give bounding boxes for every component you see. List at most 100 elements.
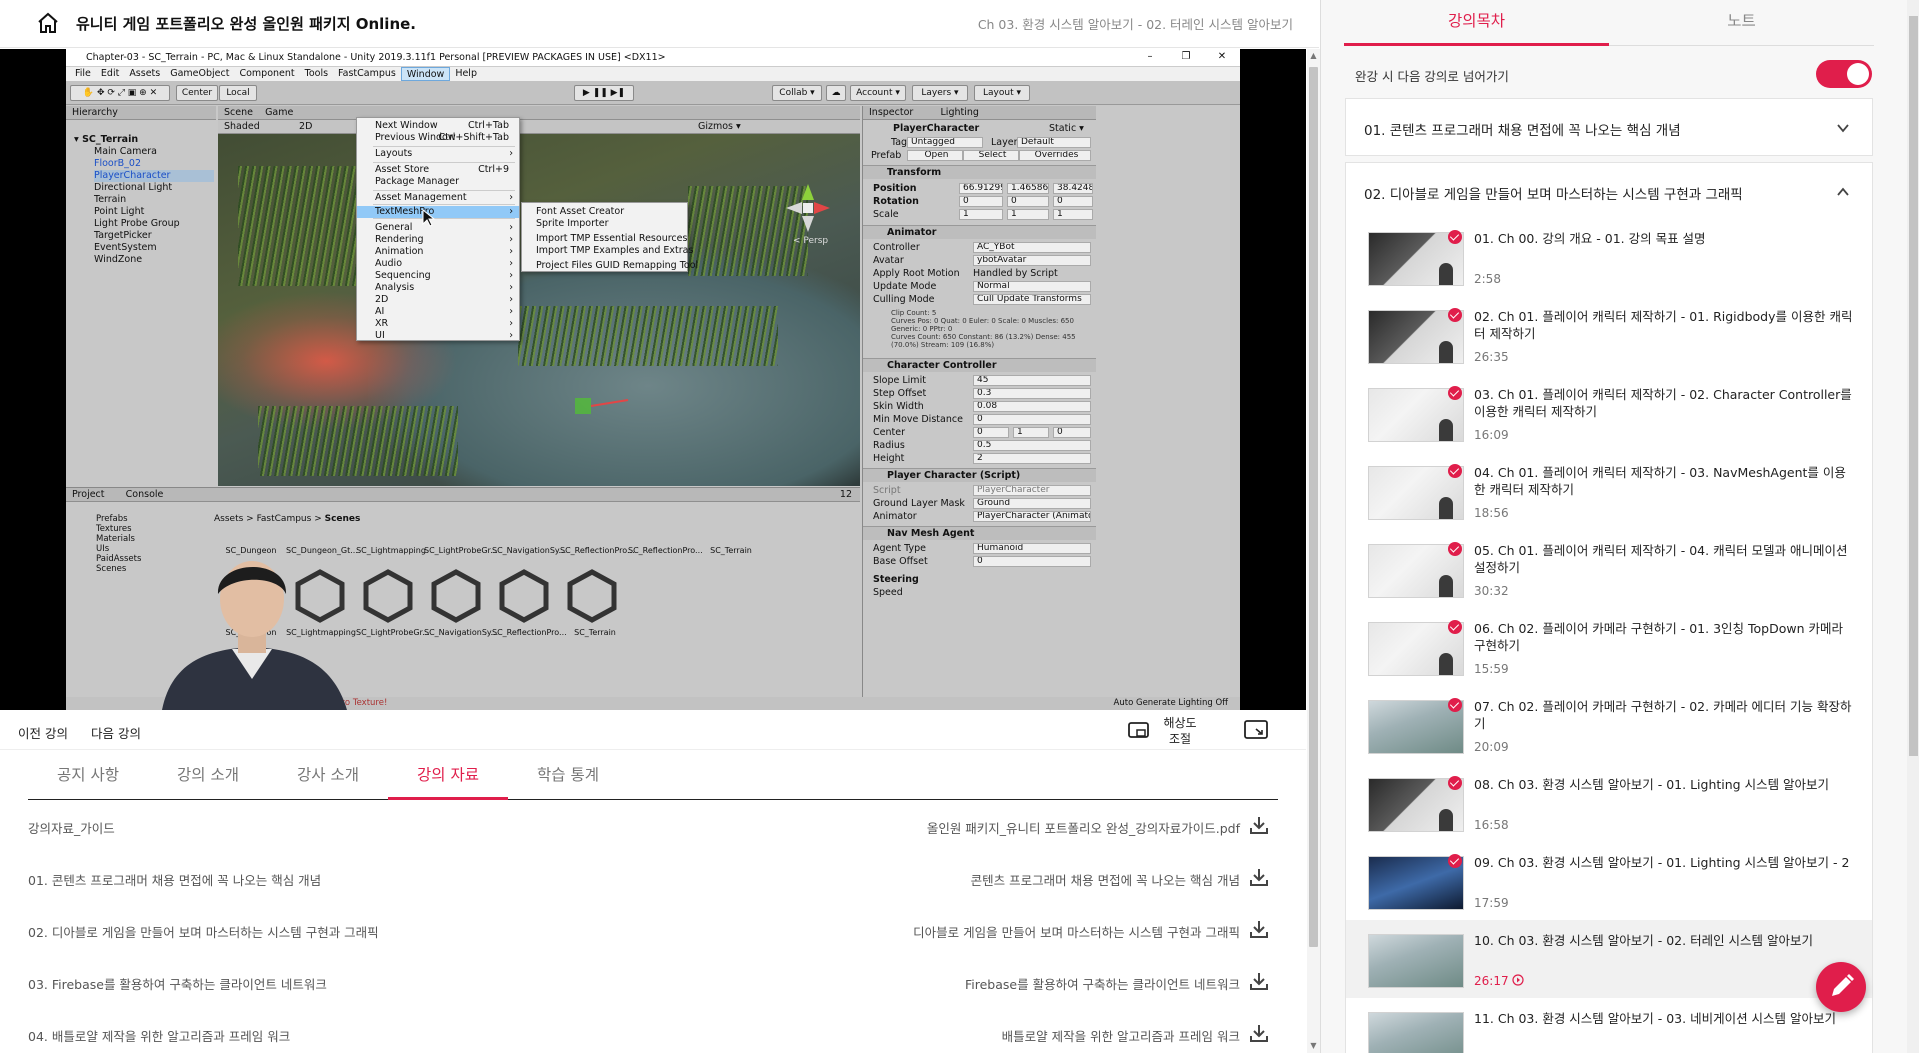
material-file-name[interactable]: 배틀로얄 제작을 위한 알고리즘과 프레임 워크 — [1002, 1026, 1240, 1045]
download-icon[interactable] — [1248, 814, 1270, 836]
tab-materials[interactable]: 강의 자료 — [388, 752, 508, 800]
hierarchy-item: Terrain — [94, 194, 127, 205]
lecture-title: 06. Ch 02. 플레이어 카메라 구현하기 - 01. 3인칭 TopDo… — [1474, 621, 1843, 653]
material-file-name[interactable]: 디아블로 게임을 만들어 보며 마스터하는 시스템 구현과 그래픽 — [913, 922, 1240, 941]
material-title: 강의자료_가이드 — [28, 821, 115, 836]
radius-value: 0.5 — [973, 440, 1091, 451]
chapter-title: 01. 콘텐츠 프로그래머 채용 면접에 꼭 나오는 핵심 개념 — [1364, 123, 1681, 139]
menu-item: XR — [357, 318, 519, 330]
note-edit-button[interactable] — [1816, 962, 1866, 1012]
maximize-icon: ❐ — [1181, 51, 1191, 62]
height-label: Height — [873, 453, 905, 464]
scene-asset: SC_LightProbeGr... — [424, 546, 498, 555]
scale-z: 1 — [1053, 209, 1093, 220]
scroll-up-icon[interactable]: ▲ — [1309, 51, 1318, 61]
picture-in-picture-icon[interactable] — [1244, 719, 1268, 741]
download-icon[interactable] — [1248, 970, 1270, 992]
lecture-item[interactable]: 02. Ch 01. 플레이어 캐릭터 제작하기 - 01. Rigidbody… — [1346, 296, 1872, 374]
account-button: Account ▾ — [850, 85, 906, 101]
main-scrollbar[interactable]: ▲ ▼ — [1307, 49, 1320, 1053]
tab-instructor-intro[interactable]: 강사 소개 — [268, 752, 388, 800]
step-offset-value: 0.3 — [973, 388, 1091, 399]
lecture-title: 08. Ch 03. 환경 시스템 알아보기 - 01. Lighting 시스… — [1474, 777, 1830, 792]
hierarchy-item-selected: PlayerCharacter — [94, 170, 214, 182]
mouse-cursor-icon — [422, 209, 436, 227]
curriculum-scrollbar[interactable] — [1907, 0, 1919, 1053]
pivot-local-button: Local — [219, 85, 257, 101]
lecture-item[interactable]: 08. Ch 03. 환경 시스템 알아보기 - 01. Lighting 시스… — [1346, 764, 1872, 842]
menu-fastcampus: FastCampus — [338, 68, 396, 79]
prefab-label: Prefab — [871, 150, 902, 161]
scene-asset: SC_NavigationSy... — [424, 628, 499, 637]
menu-item: Asset Management — [357, 192, 519, 204]
menu-item: UI — [357, 330, 519, 342]
lecture-title: 05. Ch 01. 플레이어 캐릭터 제작하기 - 04. 캐릭터 모델과 애… — [1474, 543, 1848, 575]
lecture-title: 10. Ch 03. 환경 시스템 알아보기 - 02. 터레인 시스템 알아보… — [1474, 933, 1814, 948]
tab-course-intro[interactable]: 강의 소개 — [148, 752, 268, 800]
prev-lecture-button[interactable]: 이전 강의 — [18, 723, 68, 742]
agent-type-label: Agent Type — [873, 543, 926, 554]
lecture-duration: 20:09 — [1474, 740, 1509, 754]
curriculum-panel: 강의목차 노트 완강 시 다음 강의로 넘어가기 01. 콘텐츠 프로그래머 채… — [1320, 0, 1919, 1053]
course-header: 유니티 게임 포트폴리오 완성 올인원 패키지 Online. Ch 03. 환… — [0, 0, 1319, 48]
nav-agent-header: Nav Mesh Agent — [863, 526, 1096, 540]
cloud-icon: ☁ — [826, 85, 846, 101]
tab-curriculum[interactable]: 강의목차 — [1344, 0, 1609, 46]
autoplay-toggle[interactable] — [1816, 60, 1872, 88]
menu-separator — [373, 218, 515, 219]
autoplay-label: 완강 시 다음 강의로 넘어가기 — [1355, 69, 1509, 84]
lecture-info-tabs: 공지 사항 강의 소개 강사 소개 강의 자료 학습 통계 — [28, 752, 1278, 800]
min-move-value: 0 — [973, 414, 1091, 425]
lecture-item[interactable]: 06. Ch 02. 플레이어 카메라 구현하기 - 01. 3인칭 TopDo… — [1346, 608, 1872, 686]
download-icon[interactable] — [1248, 1022, 1270, 1044]
lecture-item[interactable]: 04. Ch 01. 플레이어 캐릭터 제작하기 - 03. NavMeshAg… — [1346, 452, 1872, 530]
hierarchy-tab: Hierarchy — [66, 106, 216, 120]
ground-mask-label: Ground Layer Mask — [873, 498, 965, 509]
inspector-tab: Inspector — [869, 107, 914, 118]
menu-item: Analysis — [357, 282, 519, 294]
chapter-header[interactable]: 02. 디아블로 게임을 만들어 보며 마스터하는 시스템 구현과 그래픽 — [1345, 162, 1873, 220]
lecture-duration: 15:59 — [1474, 662, 1509, 676]
rotation-y: 0 — [1007, 196, 1049, 207]
center-x: 0 — [973, 427, 1009, 438]
lecture-duration: 16:09 — [1474, 428, 1509, 442]
prefab-select-button: Select — [963, 150, 1019, 161]
lecture-item[interactable]: 01. Ch 00. 강의 개요 - 01. 강의 목표 설명 2:58 — [1346, 218, 1872, 296]
lecture-item[interactable]: 05. Ch 01. 플레이어 캐릭터 제작하기 - 04. 캐릭터 모델과 애… — [1346, 530, 1872, 608]
home-icon[interactable] — [36, 11, 60, 35]
lecture-item[interactable]: 03. Ch 01. 플레이어 캐릭터 제작하기 - 02. Character… — [1346, 374, 1872, 452]
menu-separator — [373, 190, 515, 191]
lecture-item[interactable]: 09. Ch 03. 환경 시스템 알아보기 - 01. Lighting 시스… — [1346, 842, 1872, 920]
download-icon[interactable] — [1248, 918, 1270, 940]
lecture-item-current[interactable]: 10. Ch 03. 환경 시스템 알아보기 - 02. 터레인 시스템 알아보… — [1346, 920, 1872, 998]
player-controls-bar: 이전 강의 다음 강의 해상도 조절 — [0, 710, 1306, 750]
folder-item: Textures — [96, 524, 132, 534]
material-title: 02. 디아블로 게임을 만들어 보며 마스터하는 시스템 구현과 그래픽 — [28, 925, 379, 940]
next-lecture-button[interactable]: 다음 강의 — [91, 723, 141, 742]
lecture-thumbnail — [1368, 934, 1464, 988]
animator-info-box: Clip Count: 5 Curves Pos: 0 Quat: 0 Eule… — [891, 309, 1076, 349]
material-file-name[interactable]: 콘텐츠 프로그래머 채용 면접에 꼭 나오는 핵심 개념 — [971, 870, 1240, 889]
material-file-name[interactable]: 올인원 패키지_유니티 포트폴리오 완성_강의자료가이드.pdf — [927, 818, 1240, 837]
inspector-panel: Inspector Lighting PlayerCharacter Stati… — [862, 106, 1096, 710]
resolution-button[interactable]: 해상도 조절 — [1128, 715, 1228, 747]
close-icon: ✕ — [1217, 51, 1227, 62]
download-icon[interactable] — [1248, 866, 1270, 888]
tab-notes[interactable]: 노트 — [1609, 0, 1874, 46]
tab-learning-stats[interactable]: 학습 통계 — [508, 752, 628, 800]
update-mode-value: Normal — [973, 281, 1091, 292]
scroll-down-icon[interactable]: ▼ — [1309, 1041, 1318, 1051]
material-row: 02. 디아블로 게임을 만들어 보며 마스터하는 시스템 구현과 그래픽 디아… — [28, 904, 1278, 956]
folder-item: Materials — [96, 534, 135, 544]
step-offset-label: Step Offset — [873, 388, 927, 399]
tab-notice[interactable]: 공지 사항 — [28, 752, 148, 800]
lecture-item[interactable]: 07. Ch 02. 플레이어 카메라 구현하기 - 02. 카메라 에디터 기… — [1346, 686, 1872, 764]
chapter-header[interactable]: 01. 콘텐츠 프로그래머 채용 면접에 꼭 나오는 핵심 개념 — [1345, 98, 1873, 156]
material-file-name[interactable]: Firebase를 활용하여 구축하는 클라이언트 네트워크 — [965, 974, 1240, 993]
lecture-item[interactable]: 11. Ch 03. 환경 시스템 알아보기 - 03. 네비게이션 시스템 알… — [1346, 998, 1872, 1053]
scrollbar-thumb[interactable] — [1309, 67, 1318, 947]
video-player[interactable]: Chapter-03 - SC_Terrain - PC, Mac & Linu… — [0, 49, 1306, 710]
folder-item: Scenes — [96, 564, 127, 574]
hierarchy-item: WindZone — [94, 254, 143, 265]
scrollbar-thumb[interactable] — [1909, 16, 1918, 756]
